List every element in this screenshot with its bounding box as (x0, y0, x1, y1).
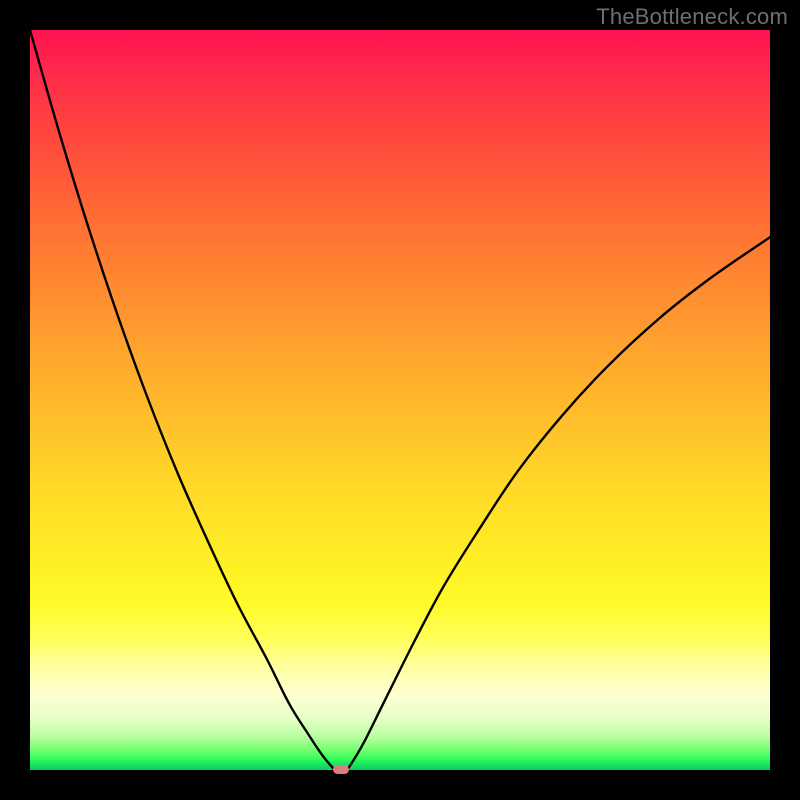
bottleneck-marker (333, 765, 349, 774)
plot-area (30, 30, 770, 770)
curve-right-branch (348, 237, 770, 768)
watermark-text: TheBottleneck.com (596, 4, 788, 30)
chart-frame: TheBottleneck.com (0, 0, 800, 800)
curve-left-branch (30, 30, 333, 769)
curve-layer (30, 30, 770, 770)
